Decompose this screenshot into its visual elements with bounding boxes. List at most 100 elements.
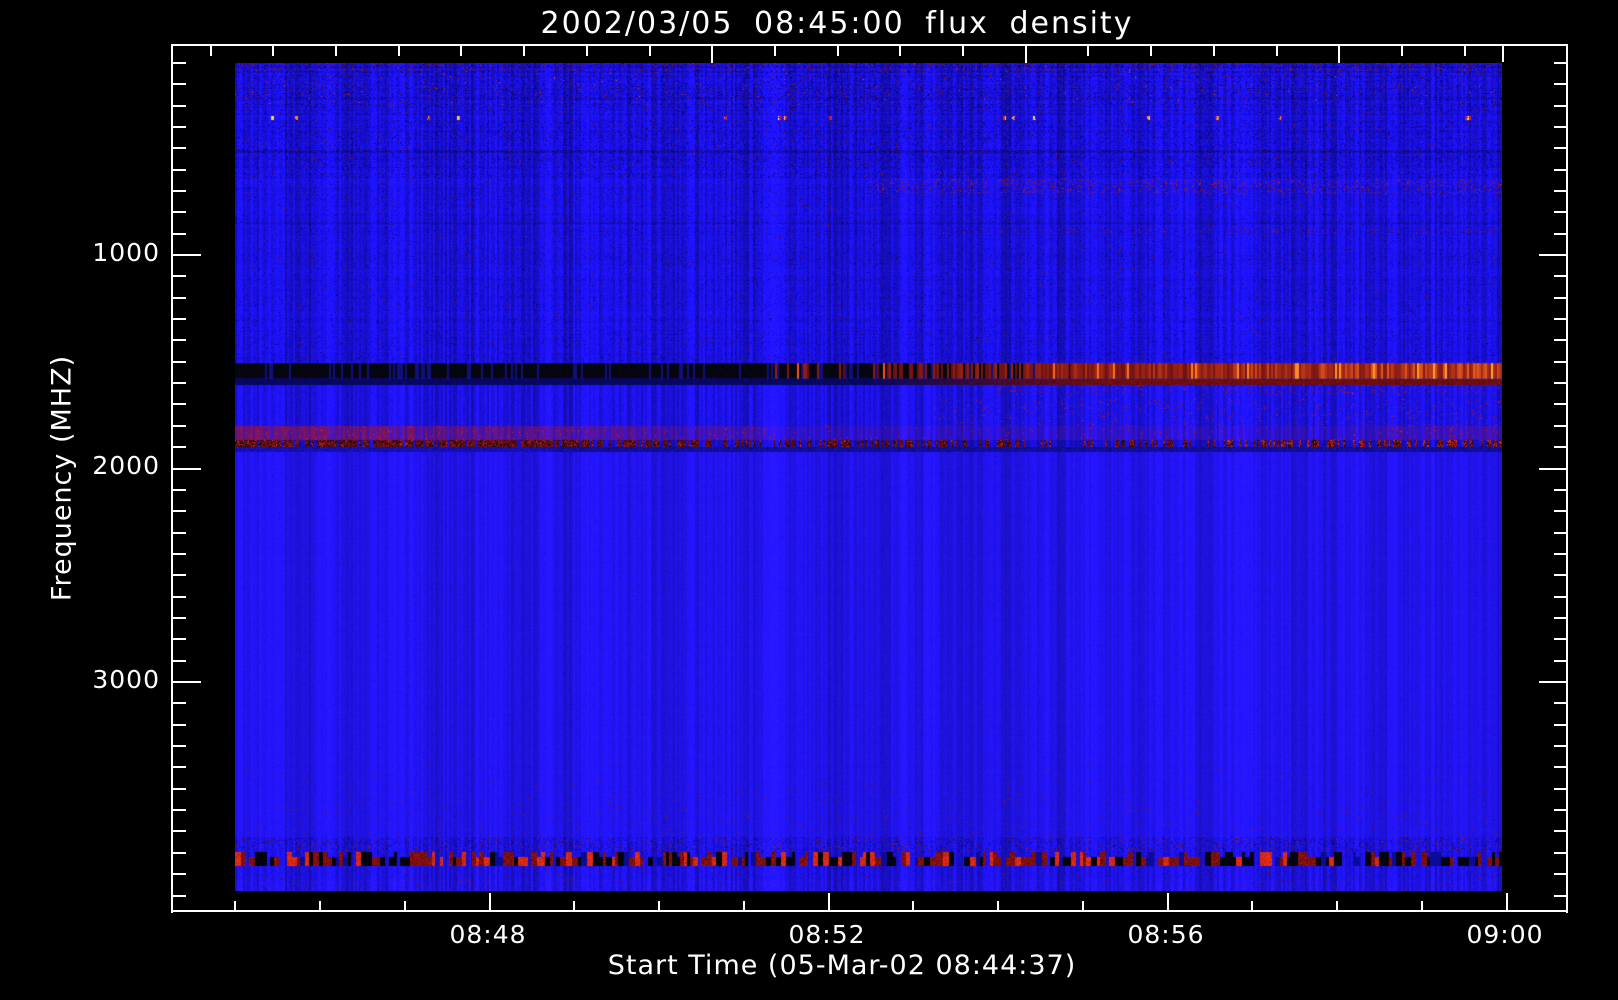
axis-tick [460, 46, 462, 56]
axis-tick [573, 901, 575, 911]
y-axis-line-left [171, 44, 173, 913]
x-tick-label: 08:52 [788, 920, 866, 949]
x-tick-label: 09:00 [1466, 920, 1544, 949]
axis-tick [1554, 62, 1567, 64]
axis-tick [1554, 596, 1567, 598]
axis-tick [1554, 126, 1567, 128]
axis-tick [173, 745, 186, 747]
axis-tick [489, 893, 491, 911]
axis-tick [1338, 46, 1340, 63]
axis-tick [173, 318, 186, 320]
axis-tick [743, 901, 745, 911]
axis-tick [1336, 901, 1338, 911]
axis-tick [1554, 532, 1567, 534]
axis-tick [1539, 254, 1567, 256]
axis-tick [1506, 893, 1508, 911]
axis-tick [1554, 638, 1567, 640]
axis-tick [1554, 446, 1567, 448]
axis-tick [1421, 901, 1423, 911]
axis-tick [1554, 190, 1567, 192]
axis-tick [1554, 233, 1567, 235]
axis-tick [173, 105, 186, 107]
axis-tick [1554, 702, 1567, 704]
axis-tick [272, 46, 274, 56]
axis-tick [1554, 660, 1567, 662]
axis-tick [658, 901, 660, 911]
axis-tick [1554, 852, 1567, 854]
axis-tick [828, 893, 830, 911]
axis-tick [173, 169, 186, 171]
y-tick-label: 2000 [92, 451, 160, 480]
y-axis-line-right [1566, 44, 1568, 913]
axis-tick [398, 46, 400, 56]
axis-tick [173, 766, 186, 768]
axis-tick [173, 211, 186, 213]
axis-tick [173, 830, 186, 832]
y-tick-label: 3000 [92, 665, 160, 694]
axis-tick [1554, 297, 1567, 299]
axis-tick [1502, 46, 1504, 62]
axis-tick [912, 901, 914, 911]
axis-tick [1554, 617, 1567, 619]
axis-tick [319, 901, 321, 911]
x-tick-label: 08:48 [449, 920, 527, 949]
axis-tick [1554, 105, 1567, 107]
axis-tick [335, 46, 337, 56]
axis-tick [1554, 766, 1567, 768]
axis-tick [1150, 46, 1152, 56]
axis-tick [173, 403, 186, 405]
axis-tick [1554, 895, 1567, 897]
axis-tick [173, 873, 186, 875]
axis-tick [1554, 510, 1567, 512]
axis-tick [1167, 893, 1169, 911]
axis-tick [234, 901, 236, 911]
axis-tick [1554, 339, 1567, 341]
plot-title: 2002/03/05 08:45:00 flux density [540, 6, 1134, 41]
axis-tick [173, 254, 201, 256]
x-axis-line-top [171, 44, 1568, 46]
x-tick-label: 08:56 [1127, 920, 1205, 949]
axis-tick [404, 901, 406, 911]
axis-tick [173, 233, 186, 235]
axis-tick [1554, 382, 1567, 384]
axis-tick [1087, 46, 1089, 56]
axis-tick [173, 275, 186, 277]
axis-tick [173, 638, 186, 640]
axis-tick [1554, 489, 1567, 491]
x-axis-line-bottom [171, 910, 1568, 912]
axis-tick [1539, 681, 1567, 683]
axis-tick [173, 574, 186, 576]
axis-tick [210, 46, 212, 56]
axis-tick [173, 468, 201, 470]
axis-tick [1539, 468, 1567, 470]
axis-tick [1554, 425, 1567, 427]
spectrogram-image [235, 63, 1502, 891]
axis-tick [997, 901, 999, 911]
axis-tick [1082, 901, 1084, 911]
axis-tick [173, 788, 186, 790]
axis-tick [1213, 46, 1215, 56]
axis-tick [523, 46, 525, 56]
axis-tick [1251, 901, 1253, 911]
axis-tick [1554, 403, 1567, 405]
axis-tick [649, 46, 651, 56]
axis-tick [173, 895, 186, 897]
y-tick-label: 1000 [92, 238, 160, 267]
axis-tick [173, 553, 186, 555]
axis-tick [1464, 46, 1466, 56]
axis-tick [173, 62, 186, 64]
axis-tick [1554, 318, 1567, 320]
axis-tick [173, 190, 186, 192]
axis-tick [1554, 211, 1567, 213]
axis-tick [173, 425, 186, 427]
x-axis-title: Start Time (05-Mar-02 08:44:37) [607, 950, 1077, 981]
axis-tick [1554, 574, 1567, 576]
axis-tick [173, 297, 186, 299]
axis-tick [586, 46, 588, 56]
axis-tick [173, 83, 186, 85]
axis-tick [173, 596, 186, 598]
axis-tick [1025, 46, 1027, 63]
axis-tick [1554, 745, 1567, 747]
axis-tick [1554, 275, 1567, 277]
spectrogram-plot: 2002/03/05 08:45:00 flux density Frequen… [0, 0, 1618, 1000]
